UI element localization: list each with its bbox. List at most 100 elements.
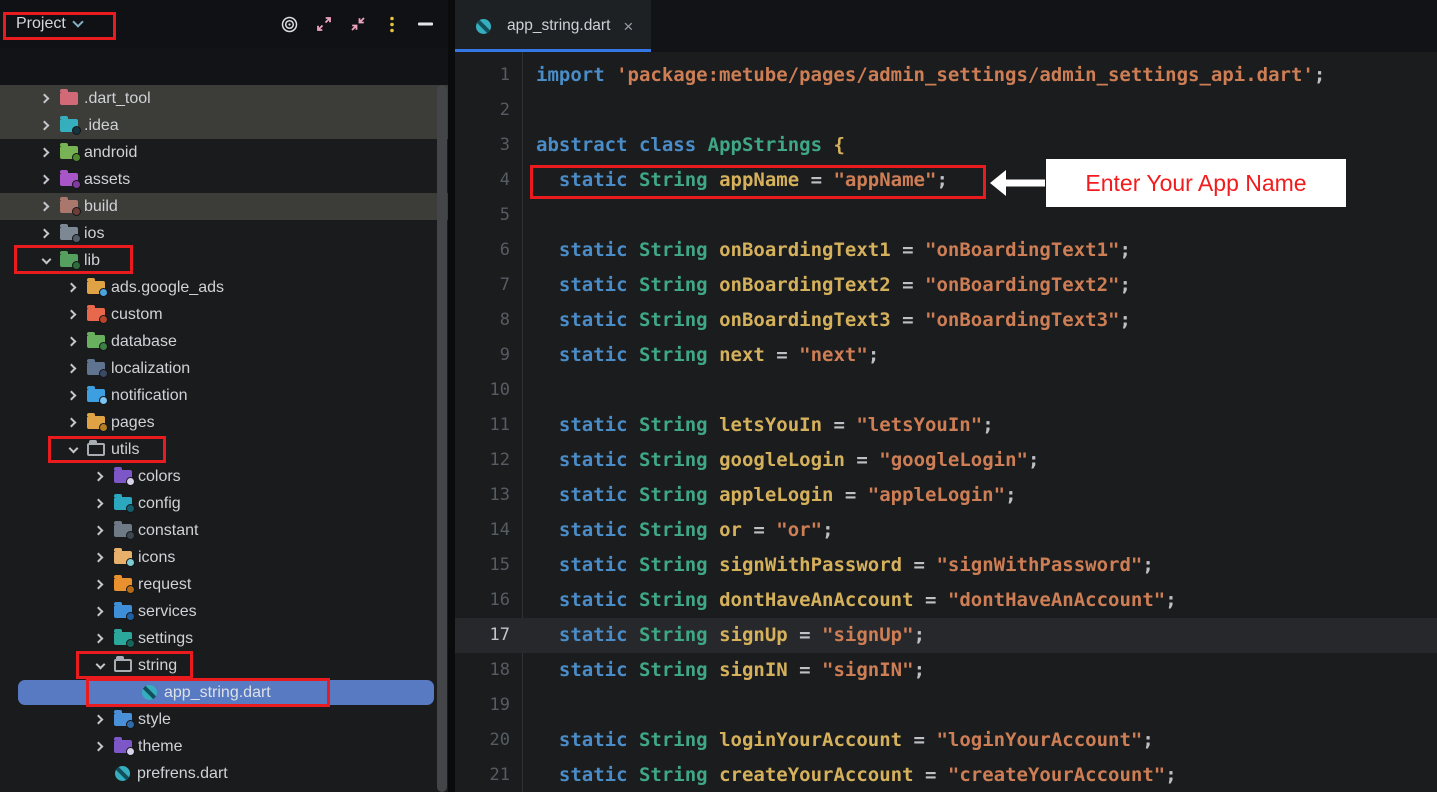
chevron-collapsed-icon[interactable] — [61, 303, 85, 327]
line-number: 6 — [455, 233, 510, 268]
expand-window-icon[interactable] — [315, 16, 332, 33]
chevron-collapsed-icon[interactable] — [88, 546, 112, 570]
chevron-collapsed-icon[interactable] — [34, 168, 58, 192]
chevron-collapsed-icon[interactable] — [88, 492, 112, 516]
line-number: 3 — [455, 128, 510, 163]
tree-item-ios[interactable]: ios — [0, 220, 448, 247]
chevron-collapsed-icon[interactable] — [88, 573, 112, 597]
line-number: 5 — [455, 198, 510, 233]
chevron-expanded-icon[interactable] — [34, 249, 58, 273]
chevron-collapsed-icon[interactable] — [34, 141, 58, 165]
line-text: static String next = "next"; — [510, 338, 879, 373]
tree-item-string[interactable]: string — [0, 652, 448, 679]
tree-item-theme[interactable]: theme — [0, 733, 448, 760]
chevron-collapsed-icon[interactable] — [61, 384, 85, 408]
tree-item-settings[interactable]: settings — [0, 625, 448, 652]
folder-badge — [126, 477, 135, 486]
code-line-20[interactable]: 20 static String loginYourAccount = "log… — [455, 723, 1437, 758]
code-line-19[interactable]: 19 — [455, 688, 1437, 723]
code-line-6[interactable]: 6 static String onBoardingText1 = "onBoa… — [455, 233, 1437, 268]
project-dropdown-label: Project — [16, 15, 66, 33]
tree-item-ads-google-ads[interactable]: ads.google_ads — [0, 274, 448, 301]
annotation-label: Enter Your App Name — [1046, 159, 1346, 207]
tab-label: app_string.dart — [507, 17, 610, 35]
tree-item-notification[interactable]: notification — [0, 382, 448, 409]
code-line-11[interactable]: 11 static String letsYouIn = "letsYouIn"… — [455, 408, 1437, 443]
chevron-expanded-icon[interactable] — [88, 654, 112, 678]
shrink-window-icon[interactable] — [349, 16, 366, 33]
tree-item-colors[interactable]: colors — [0, 463, 448, 490]
tab-app-string-dart[interactable]: app_string.dart × — [455, 0, 651, 52]
chevron-collapsed-icon[interactable] — [61, 276, 85, 300]
line-number: 9 — [455, 338, 510, 373]
chevron-collapsed-icon[interactable] — [61, 330, 85, 354]
chevron-collapsed-icon[interactable] — [61, 411, 85, 435]
tree-item-database[interactable]: database — [0, 328, 448, 355]
code-line-2[interactable]: 2 — [455, 93, 1437, 128]
tree-item--dart-tool[interactable]: .dart_tool — [0, 85, 448, 112]
tree-item-style[interactable]: style — [0, 706, 448, 733]
line-number: 20 — [455, 723, 510, 758]
tree-item-label: .idea — [84, 117, 119, 135]
folder-badge — [126, 747, 135, 756]
tree-item-config[interactable]: config — [0, 490, 448, 517]
line-number: 7 — [455, 268, 510, 303]
tree-item-clipped[interactable] — [0, 787, 448, 792]
tree-item-services[interactable]: services — [0, 598, 448, 625]
tree-item--idea[interactable]: .idea — [0, 112, 448, 139]
code-line-8[interactable]: 8 static String onBoardingText3 = "onBoa… — [455, 303, 1437, 338]
code-line-17[interactable]: 17 static String signUp = "signUp"; — [455, 618, 1437, 653]
code-line-15[interactable]: 15 static String signWithPassword = "sig… — [455, 548, 1437, 583]
tree-item-prefrens-dart[interactable]: prefrens.dart — [0, 760, 448, 787]
chevron-collapsed-icon[interactable] — [88, 519, 112, 543]
tree-item-request[interactable]: request — [0, 571, 448, 598]
tree-item-label: string — [138, 657, 177, 675]
tree-item-localization[interactable]: localization — [0, 355, 448, 382]
code-line-18[interactable]: 18 static String signIN = "signIN"; — [455, 653, 1437, 688]
tree-scrollbar[interactable] — [437, 85, 447, 792]
code-line-10[interactable]: 10 — [455, 373, 1437, 408]
folder-badge — [72, 153, 81, 162]
chevron-collapsed-icon[interactable] — [34, 114, 58, 138]
tree-item-android[interactable]: android — [0, 139, 448, 166]
chevron-collapsed-icon[interactable] — [88, 465, 112, 489]
chevron-collapsed-icon[interactable] — [88, 735, 112, 759]
tree-item-label: assets — [84, 171, 130, 189]
code-line-21[interactable]: 21 static String createYourAccount = "cr… — [455, 758, 1437, 792]
tree-item-custom[interactable]: custom — [0, 301, 448, 328]
code-line-13[interactable]: 13 static String appleLogin = "appleLogi… — [455, 478, 1437, 513]
code-line-16[interactable]: 16 static String dontHaveAnAccount = "do… — [455, 583, 1437, 618]
tree-item-pages[interactable]: pages — [0, 409, 448, 436]
close-tab-icon[interactable]: × — [623, 18, 633, 35]
code-line-3[interactable]: 3abstract class AppStrings { — [455, 128, 1437, 163]
chevron-collapsed-icon[interactable] — [61, 357, 85, 381]
folder-icon — [87, 389, 105, 402]
code-line-7[interactable]: 7 static String onBoardingText2 = "onBoa… — [455, 268, 1437, 303]
line-number: 10 — [455, 373, 510, 408]
tree-item-icons[interactable]: icons — [0, 544, 448, 571]
chevron-collapsed-icon[interactable] — [88, 627, 112, 651]
chevron-collapsed-icon[interactable] — [34, 195, 58, 219]
chevron-collapsed-icon[interactable] — [88, 708, 112, 732]
code-line-12[interactable]: 12 static String googleLogin = "googleLo… — [455, 443, 1437, 478]
code-line-14[interactable]: 14 static String or = "or"; — [455, 513, 1437, 548]
tree-item-lib[interactable]: lib — [0, 247, 448, 274]
tree-item-app-string-dart[interactable]: app_string.dart — [0, 679, 448, 706]
code-line-1[interactable]: 1import 'package:metube/pages/admin_sett… — [455, 58, 1437, 93]
locate-icon[interactable] — [281, 16, 298, 33]
tree-item-assets[interactable]: assets — [0, 166, 448, 193]
chevron-collapsed-icon[interactable] — [88, 600, 112, 624]
tree-item-utils[interactable]: utils — [0, 436, 448, 463]
chevron-expanded-icon[interactable] — [61, 438, 85, 462]
chevron-collapsed-icon[interactable] — [34, 87, 58, 111]
tree-item-label: style — [138, 711, 171, 729]
project-view-dropdown[interactable]: Project — [16, 15, 82, 33]
hide-panel-icon[interactable] — [417, 16, 434, 33]
tree-item-constant[interactable]: constant — [0, 517, 448, 544]
code-line-9[interactable]: 9 static String next = "next"; — [455, 338, 1437, 373]
chevron-collapsed-icon[interactable] — [34, 222, 58, 246]
folder-badge — [99, 315, 108, 324]
folder-icon — [114, 578, 132, 591]
more-options-icon[interactable] — [383, 16, 400, 33]
tree-item-build[interactable]: build — [0, 193, 448, 220]
